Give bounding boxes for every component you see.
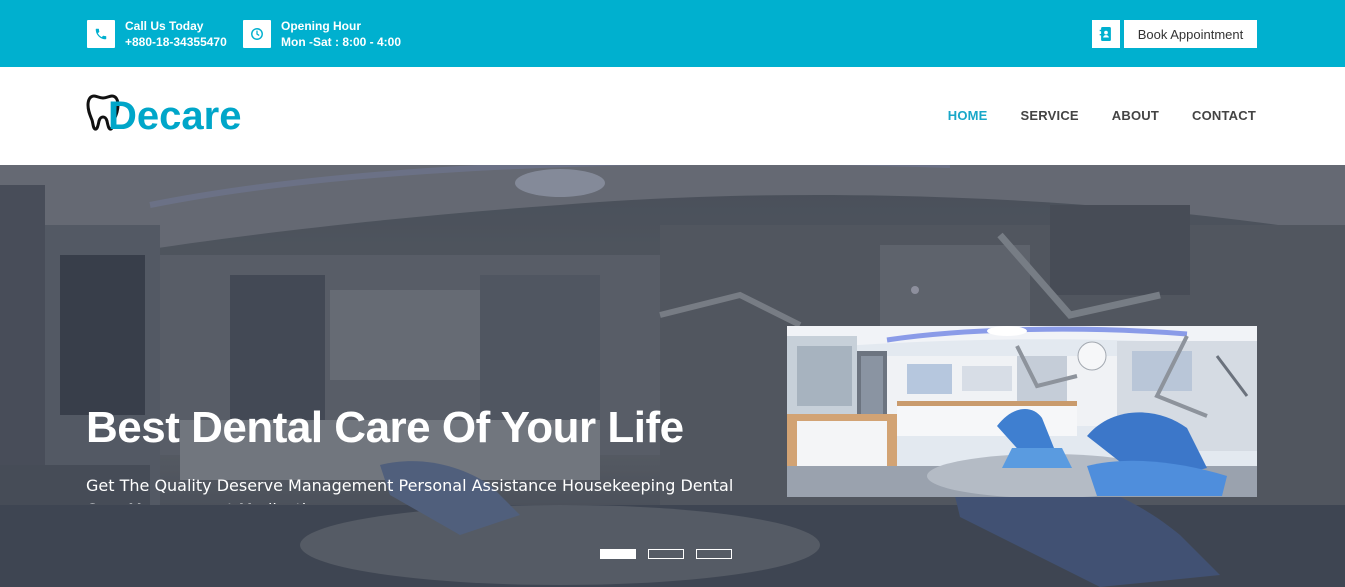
phone-icon: [87, 20, 115, 48]
phone-number[interactable]: +880-18-34355470: [125, 34, 227, 50]
nav-service[interactable]: SERVICE: [1021, 108, 1079, 123]
opening-hour-info: Opening Hour Mon -Sat : 8:00 - 4:00: [243, 19, 402, 49]
hero-title: Best Dental Care Of Your Life: [86, 403, 684, 452]
nav-about[interactable]: ABOUT: [1112, 108, 1159, 123]
clock-icon: [243, 20, 271, 48]
contact-book-icon: [1092, 20, 1120, 48]
slider-dot-3[interactable]: [696, 549, 732, 559]
top-bar: Call Us Today +880-18-34355470 Opening H…: [0, 0, 1345, 67]
logo-text: Decare: [108, 94, 242, 138]
book-appointment: Book Appointment: [1092, 20, 1257, 48]
call-us-info: Call Us Today +880-18-34355470: [87, 19, 227, 50]
hero-slider: Best Dental Care Of Your Life Get The Qu…: [0, 165, 1345, 587]
site-header: Decare HOME SERVICE ABOUT CONTACT: [0, 67, 1345, 165]
opening-hour-label: Opening Hour: [281, 19, 361, 33]
hero-subtitle: Get The Quality Deserve Management Perso…: [86, 476, 734, 504]
book-appointment-button[interactable]: Book Appointment: [1124, 20, 1257, 48]
slider-dots: [600, 549, 732, 559]
main-nav: HOME SERVICE ABOUT CONTACT: [915, 108, 1256, 123]
call-us-label: Call Us Today: [125, 19, 204, 33]
slider-dot-2[interactable]: [648, 549, 684, 559]
nav-contact[interactable]: CONTACT: [1192, 108, 1256, 123]
opening-hour-value: Mon -Sat : 8:00 - 4:00: [281, 35, 402, 49]
clinic-photo: [787, 326, 1257, 497]
slider-dot-1[interactable]: [600, 549, 636, 559]
nav-home[interactable]: HOME: [948, 108, 988, 123]
logo[interactable]: Decare: [86, 94, 241, 139]
